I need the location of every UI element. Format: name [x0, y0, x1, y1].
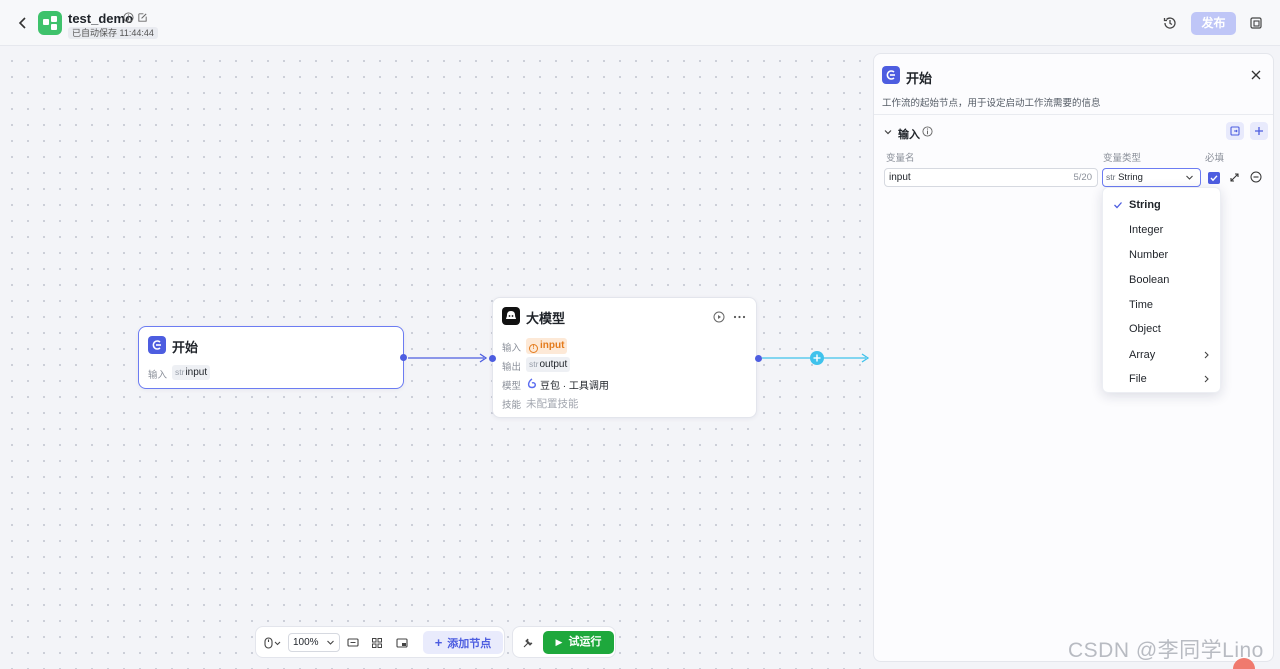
char-count: 5/20 [1073, 172, 1093, 183]
column-required-label: 必填 [1205, 153, 1225, 164]
start-node-output-port[interactable] [400, 354, 407, 361]
llm-output-label: 输出 [502, 362, 522, 373]
llm-input-port[interactable] [489, 355, 496, 362]
llm-output-tag: stroutput [526, 357, 571, 372]
watermark-text: CSDN @李同学Lino [1068, 639, 1264, 662]
input-section-title: 输入 [898, 129, 920, 141]
plus-icon: + [434, 635, 443, 650]
llm-input-label: 输入 [502, 343, 522, 354]
play-icon: ▶ [555, 637, 563, 647]
plus-icon [1255, 127, 1263, 135]
llm-model-label: 模型 [502, 381, 522, 392]
type-option-boolean[interactable]: Boolean [1103, 269, 1220, 291]
variable-name-input[interactable]: input 5/20 [884, 168, 1098, 187]
debug-tool-icon[interactable] [521, 636, 535, 650]
doubao-model-icon [527, 378, 536, 389]
type-option-string[interactable]: String [1103, 194, 1220, 216]
grid-layout-icon[interactable] [370, 636, 384, 650]
history-icon[interactable] [1162, 15, 1178, 31]
edit-icon[interactable] [137, 12, 148, 23]
workflow-canvas[interactable]: 开始 输入 strinput 大模型 输入 ! input 输出 stroutpu… [0, 47, 872, 669]
publish-button[interactable]: 发布 [1191, 12, 1236, 35]
window-copy-icon[interactable] [1248, 15, 1264, 31]
type-option-array[interactable]: Array [1103, 344, 1220, 366]
app-logo [38, 11, 62, 35]
chevron-down-icon[interactable] [883, 127, 893, 137]
chevron-down-icon[interactable] [273, 636, 282, 650]
zoom-select[interactable]: 100% [288, 633, 340, 652]
check-icon [1114, 202, 1122, 209]
panel-description: 工作流的起始节点，用于设定启动工作流需要的信息 [882, 98, 1101, 109]
import-button[interactable] [1226, 122, 1244, 140]
check-icon [1210, 175, 1218, 182]
chevron-down-icon [327, 640, 334, 645]
llm-model-value: 豆包 · 工具调用 [540, 381, 609, 392]
llm-node-icon [502, 307, 520, 325]
llm-node[interactable]: 大模型 输入 ! input 输出 stroutput 模型 豆包 · 工具调用 … [489, 297, 762, 418]
import-icon [1230, 126, 1240, 136]
divider [874, 114, 1273, 115]
required-checkbox[interactable] [1208, 172, 1220, 184]
back-arrow-icon[interactable] [14, 14, 32, 32]
type-option-file[interactable]: File [1103, 368, 1220, 390]
warning-circle-icon: ! [529, 344, 538, 353]
start-node-input-label: 输入 [148, 370, 168, 381]
start-node[interactable]: 开始 输入 strinput [138, 326, 407, 389]
expand-icon[interactable] [1229, 172, 1240, 183]
close-icon[interactable] [1250, 69, 1262, 81]
chevron-right-icon [1204, 375, 1209, 383]
llm-input-tag: ! input [526, 338, 568, 354]
add-variable-button[interactable] [1250, 122, 1268, 140]
type-option-object[interactable]: Object [1103, 318, 1220, 340]
type-option-integer[interactable]: Integer [1103, 219, 1220, 241]
panel-title: 开始 [906, 71, 933, 86]
start-node-title: 开始 [172, 340, 199, 355]
type-dropdown-menu: String Integer Number Boolean Time Objec… [1102, 187, 1221, 393]
comment-icon[interactable] [346, 636, 360, 650]
autosave-status: 已自动保存 11:44:44 [68, 27, 158, 39]
test-run-button[interactable]: ▶ 试运行 [543, 631, 614, 654]
play-icon[interactable] [713, 311, 725, 323]
info-icon[interactable] [922, 126, 933, 137]
add-node-button[interactable]: + 添加节点 [423, 631, 503, 654]
llm-output-port[interactable] [755, 355, 762, 362]
start-node-input-tag: strinput [172, 365, 211, 380]
info-icon[interactable] [123, 12, 134, 23]
type-option-number[interactable]: Number [1103, 244, 1220, 266]
type-option-time[interactable]: Time [1103, 294, 1220, 316]
llm-skill-label: 技能 [502, 400, 522, 411]
start-node-icon [148, 336, 166, 354]
llm-node-title: 大模型 [526, 311, 566, 326]
remove-circle-icon[interactable] [1250, 171, 1262, 183]
chevron-right-icon [1204, 351, 1209, 359]
column-type-label: 变量类型 [1103, 153, 1142, 164]
more-icon[interactable] [733, 311, 746, 323]
top-header: test_demo 已自动保存 11:44:44 发布 [0, 0, 1280, 46]
column-name-label: 变量名 [886, 153, 915, 164]
start-node-icon [882, 66, 900, 84]
llm-skill-value: 未配置技能 [526, 398, 579, 410]
variable-type-select[interactable]: str String [1102, 168, 1201, 187]
chevron-down-icon [1186, 175, 1193, 180]
minimap-icon[interactable] [395, 636, 409, 650]
